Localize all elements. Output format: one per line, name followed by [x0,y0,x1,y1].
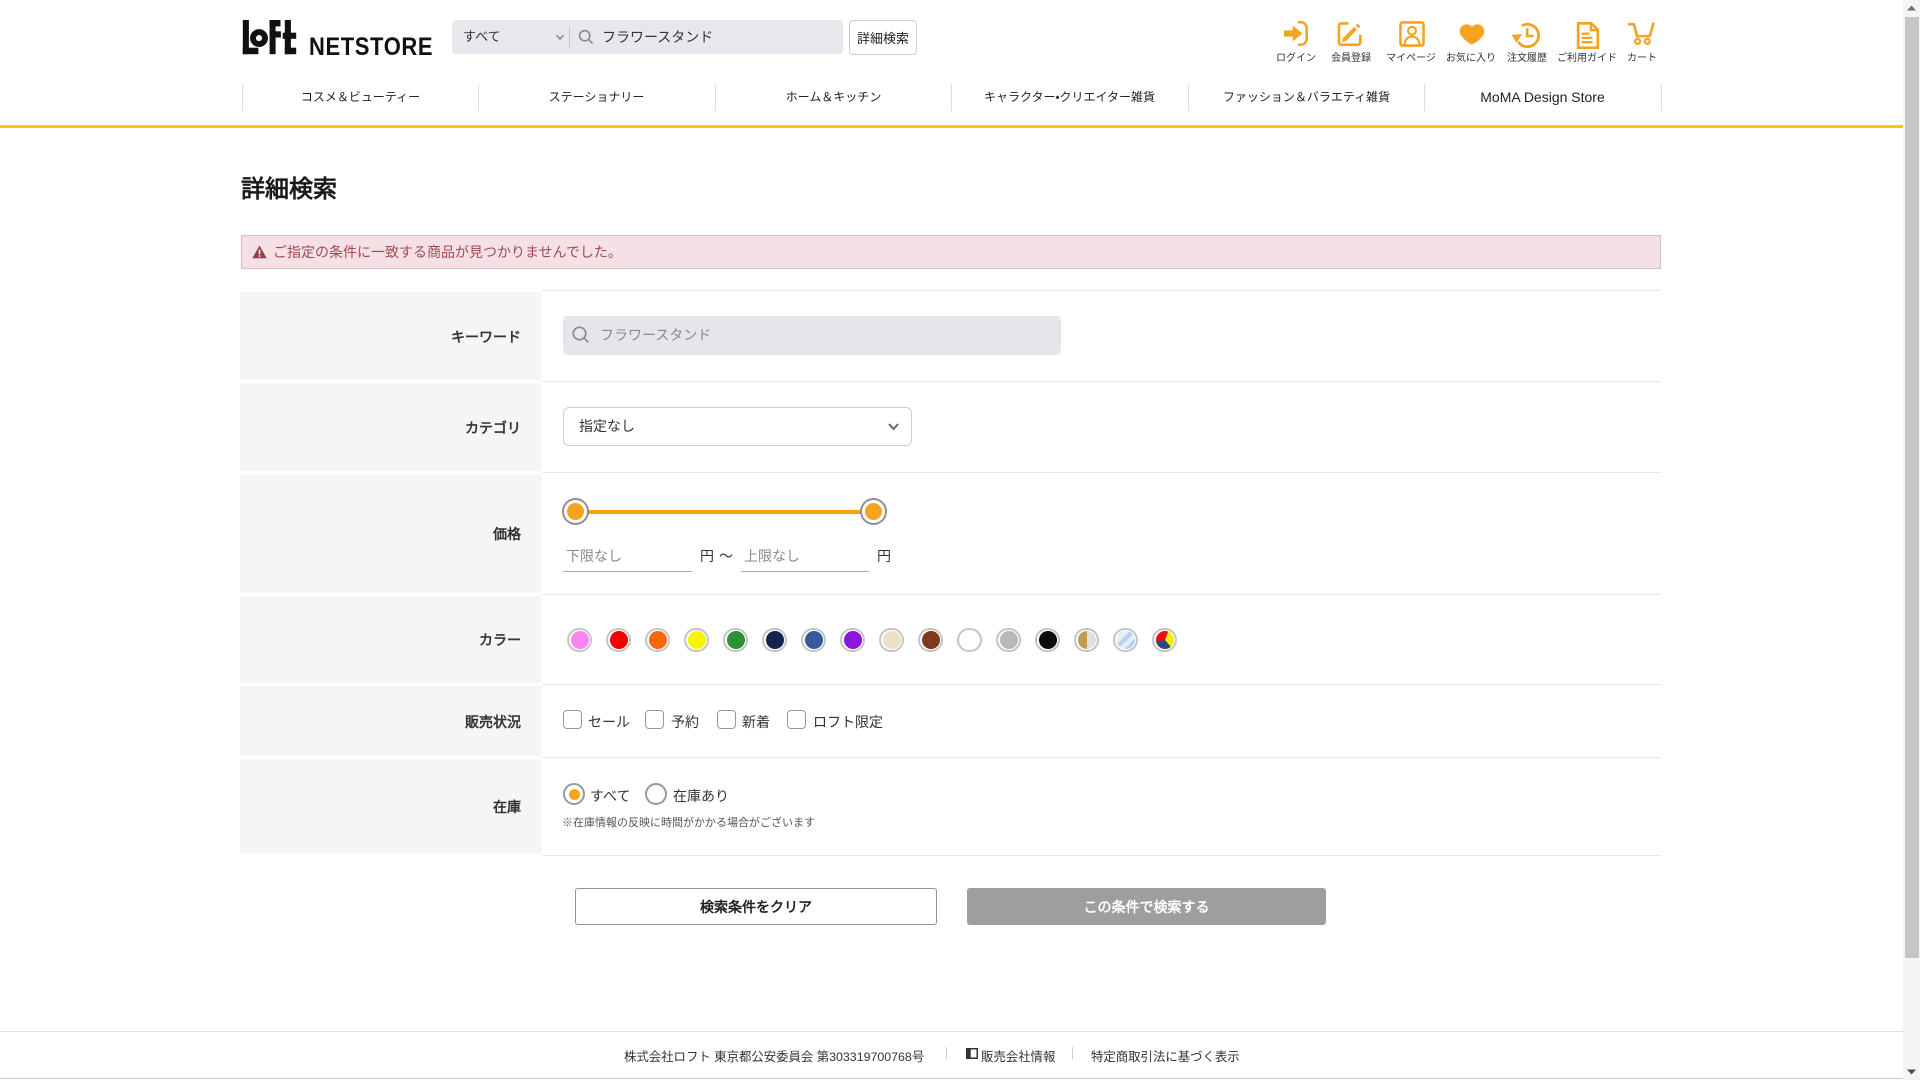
svg-text:NETSTORE: NETSTORE [309,33,433,56]
